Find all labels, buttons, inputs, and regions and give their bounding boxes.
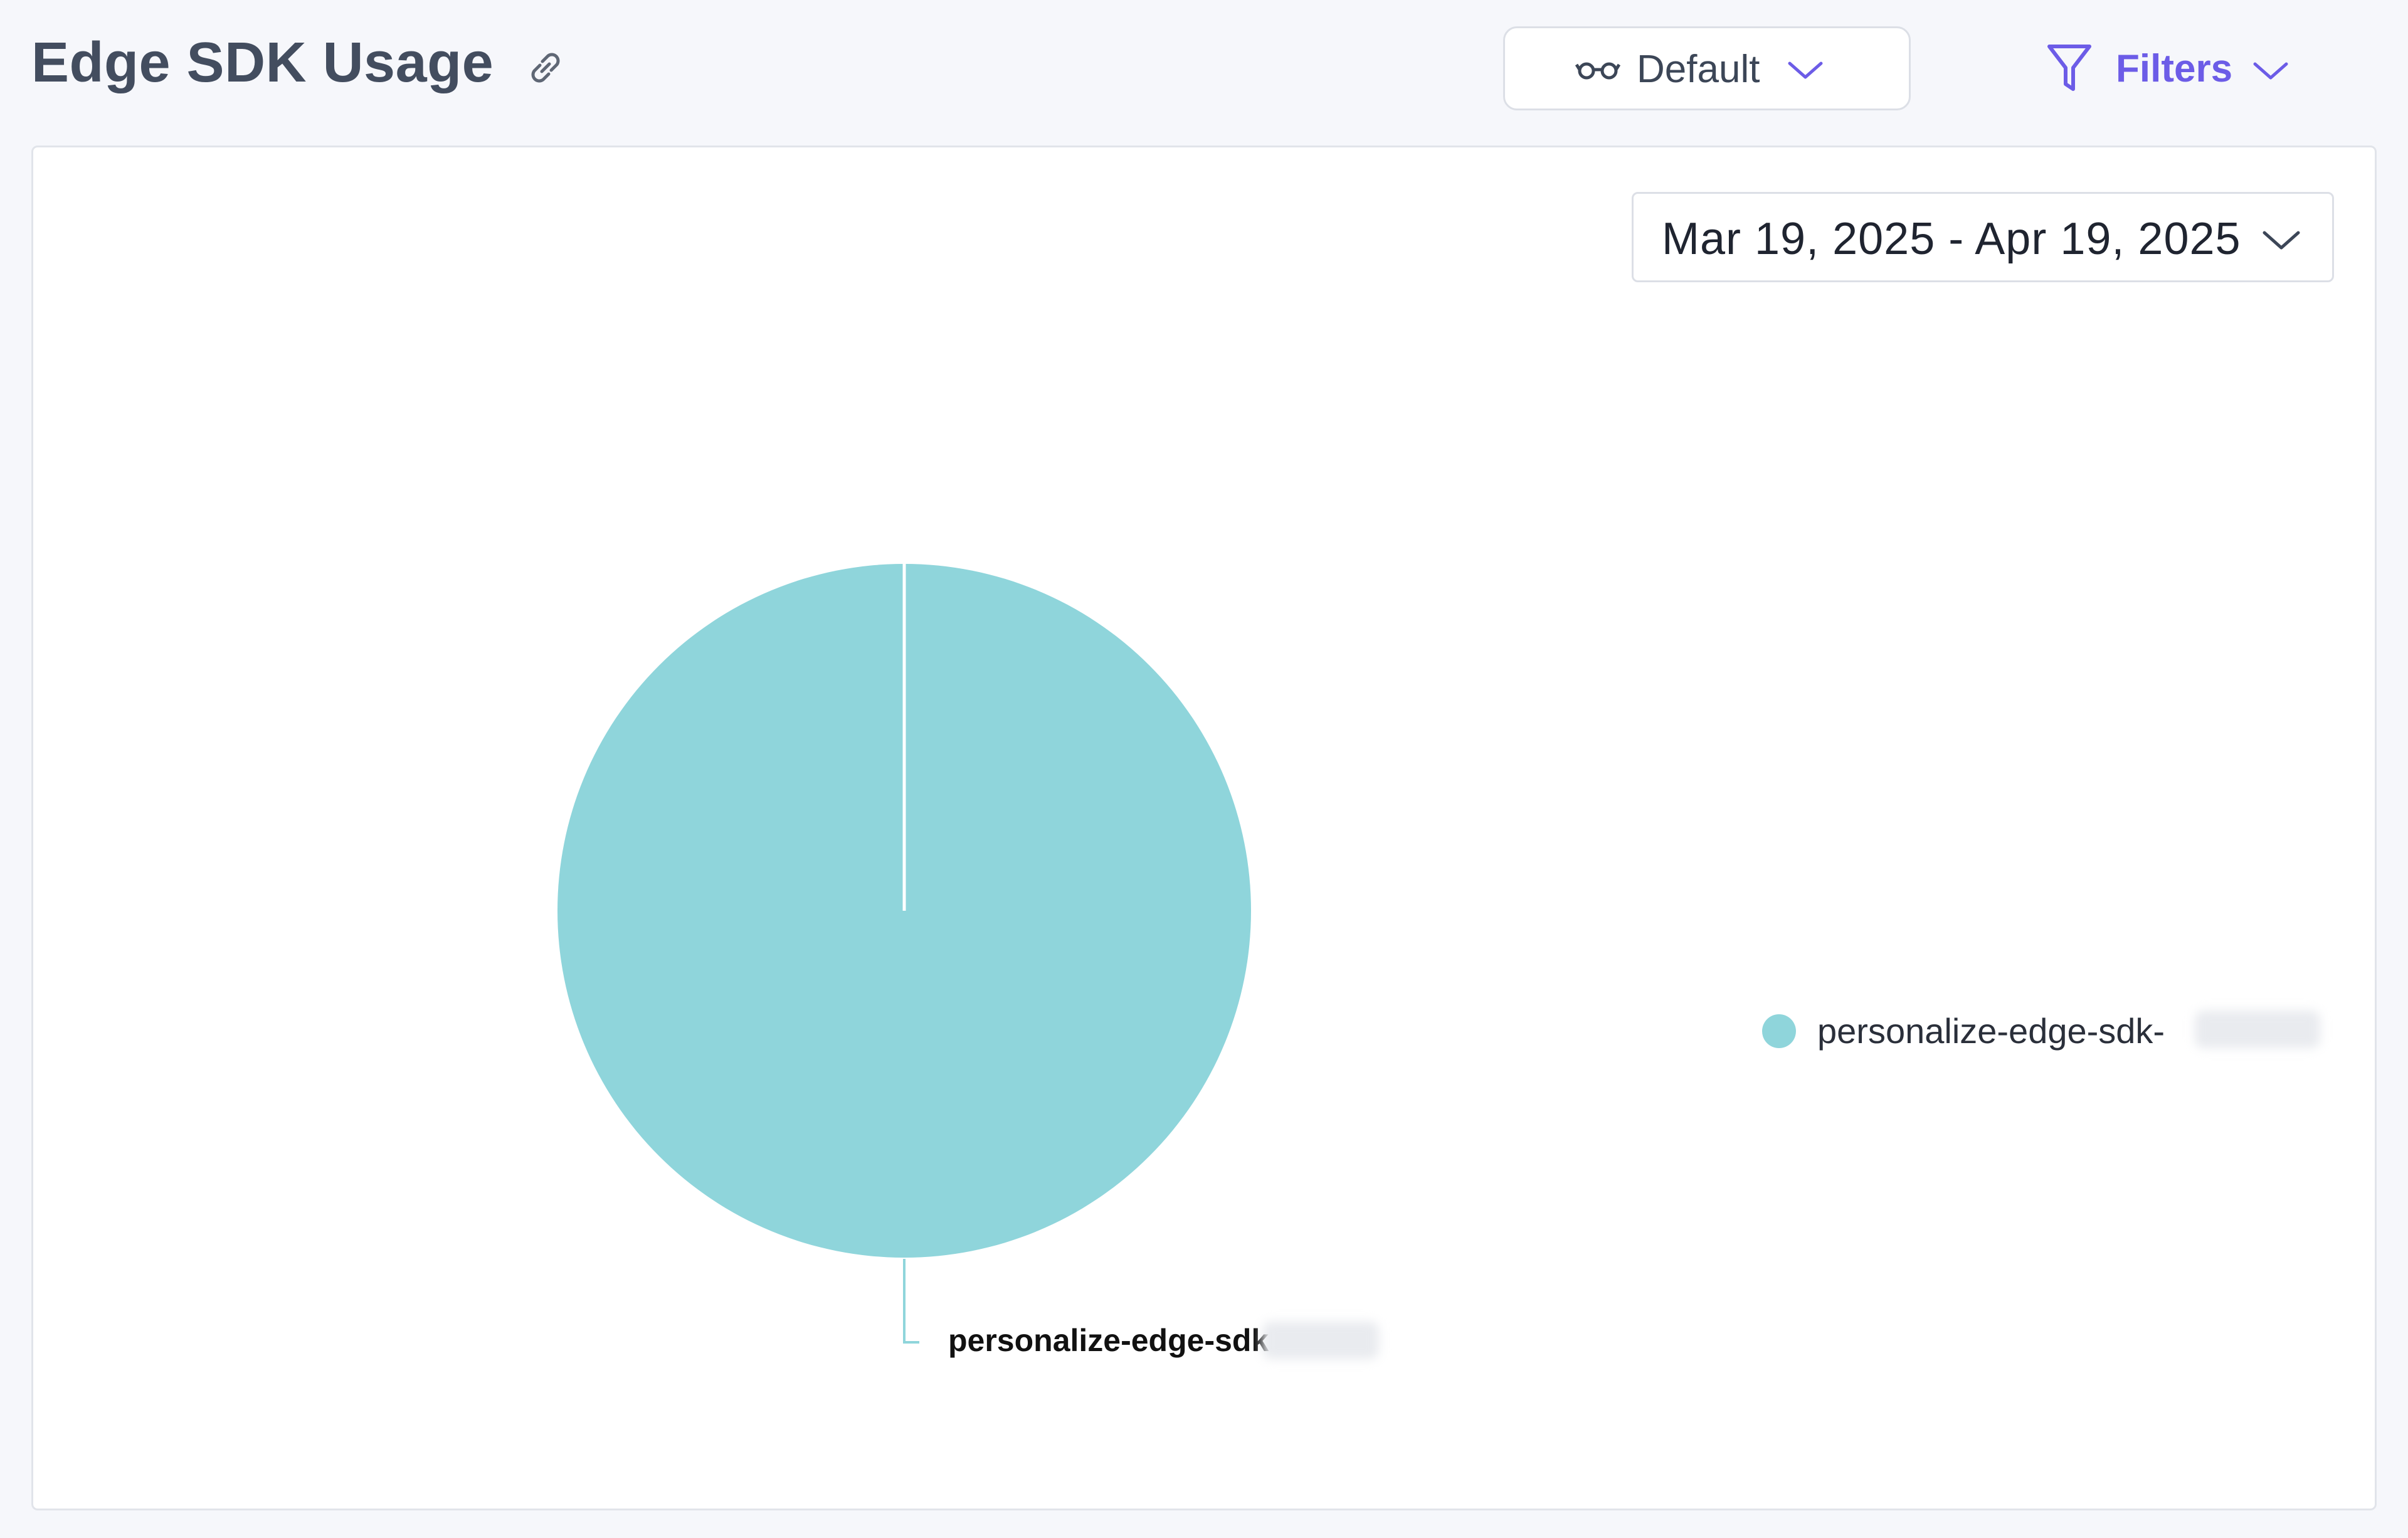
pie-chart bbox=[557, 564, 1251, 1344]
funnel-icon bbox=[2047, 45, 2091, 91]
slice-label-leader bbox=[903, 1259, 919, 1344]
chevron-down-icon bbox=[2253, 62, 2288, 80]
chart-card: Mar 19, 2025 - Apr 19, 2025 personalize-… bbox=[31, 146, 2377, 1510]
legend-color-dot bbox=[1762, 1014, 1796, 1048]
chevron-down-icon bbox=[1788, 61, 1823, 79]
link-icon[interactable] bbox=[520, 43, 571, 93]
filters-button[interactable]: Filters bbox=[2037, 38, 2300, 100]
redacted-text bbox=[1262, 1322, 1379, 1359]
redacted-text bbox=[2195, 1010, 2320, 1048]
glasses-icon bbox=[1575, 62, 1620, 80]
filters-label: Filters bbox=[2116, 47, 2233, 90]
slice-label: personalize-edge-sdk bbox=[948, 1323, 1269, 1358]
page-header: Edge SDK Usage Default Filters bbox=[0, 0, 2408, 144]
view-dropdown[interactable]: Default bbox=[1503, 26, 1911, 110]
page-title: Edge SDK Usage bbox=[31, 31, 494, 94]
view-dropdown-label: Default bbox=[1637, 48, 1760, 91]
legend-item-label: personalize-edge-sdk- bbox=[1817, 1011, 2165, 1051]
